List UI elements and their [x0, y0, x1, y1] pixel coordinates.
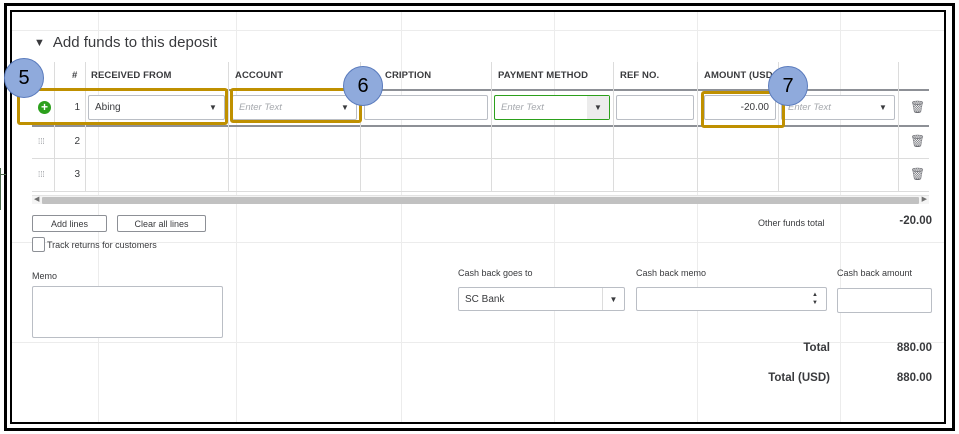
add-lines-button[interactable]: Add lines	[32, 215, 107, 232]
col-header-payment-method: PAYMENT METHOD	[498, 70, 589, 81]
other-funds-total-label: Other funds total	[758, 218, 825, 228]
payment-method-select[interactable]: Enter Text ▼	[494, 95, 610, 120]
cash-back-amount-label: Cash back amount	[837, 268, 913, 278]
table-row-divider	[32, 158, 929, 159]
cash-back-amount-input[interactable]	[837, 288, 932, 313]
highlight-received-from	[17, 88, 228, 125]
callout-6: 6	[343, 66, 383, 106]
other-funds-total-value: -20.00	[899, 215, 932, 227]
clear-all-lines-button[interactable]: Clear all lines	[117, 215, 206, 232]
chevron-down-icon[interactable]: ▼	[587, 96, 609, 119]
scroll-left-icon[interactable]: ◀	[34, 195, 39, 203]
callout-5: 5	[4, 58, 44, 98]
cash-back-goes-to-label: Cash back goes to	[458, 268, 533, 278]
row-number: 2	[74, 136, 80, 147]
col-header-ref-no: REF NO.	[620, 70, 660, 81]
section-header[interactable]: ▼ Add funds to this deposit	[34, 34, 217, 51]
chevron-down-icon[interactable]: ▼	[872, 96, 894, 119]
description-input[interactable]	[364, 95, 488, 120]
memo-label: Memo	[32, 271, 58, 281]
total-usd-label: Total (USD)	[768, 372, 830, 384]
memo-textarea[interactable]	[32, 286, 223, 338]
section-title: Add funds to this deposit	[52, 34, 218, 51]
scrollbar-thumb[interactable]	[42, 197, 919, 204]
track-returns-checkbox[interactable]	[32, 237, 45, 252]
total-usd-value: 880.00	[896, 372, 932, 384]
table-scrollbar[interactable]: ◀ ▶	[32, 195, 929, 204]
trash-icon[interactable]: 🗑	[910, 134, 925, 148]
trash-icon[interactable]: 🗑	[910, 100, 925, 114]
table-row-divider	[32, 191, 929, 192]
track-returns-label: Track returns for customers	[47, 240, 157, 250]
table-row-divider	[32, 125, 929, 127]
cash-back-account-select[interactable]: SC Bank ▼	[458, 287, 625, 311]
cash-back-account-value: SC Bank	[465, 293, 505, 305]
col-header-amount: AMOUNT (USD	[704, 70, 773, 81]
resize-stepper-icon[interactable]: ▲ ▼	[804, 288, 826, 310]
collapse-caret-icon[interactable]: ▼	[34, 37, 45, 49]
highlight-account	[230, 88, 362, 123]
col-header-received-from: RECEIVED FROM	[91, 70, 172, 81]
callout-7: 7	[768, 66, 808, 106]
col-header-number: #	[72, 70, 78, 81]
total-value: 880.00	[896, 342, 932, 354]
sheet-border-tick	[0, 174, 6, 175]
drag-handle-icon[interactable]: ⁞⁞⁞	[38, 137, 45, 146]
total-label: Total	[803, 342, 830, 354]
cash-back-memo-input[interactable]: ▲ ▼	[636, 287, 827, 311]
drag-handle-icon[interactable]: ⁞⁞⁞	[38, 170, 45, 179]
chevron-down-icon[interactable]: ▼	[602, 288, 624, 310]
col-header-description: CRIPTION	[385, 70, 432, 81]
col-header-account: ACCOUNT	[235, 70, 284, 81]
scroll-right-icon[interactable]: ▶	[922, 195, 927, 203]
payment-method-placeholder: Enter Text	[501, 102, 544, 113]
cash-back-memo-label: Cash back memo	[636, 268, 707, 278]
trash-icon[interactable]: 🗑	[910, 167, 925, 181]
row-number: 3	[74, 169, 80, 180]
ref-no-input[interactable]	[616, 95, 694, 120]
